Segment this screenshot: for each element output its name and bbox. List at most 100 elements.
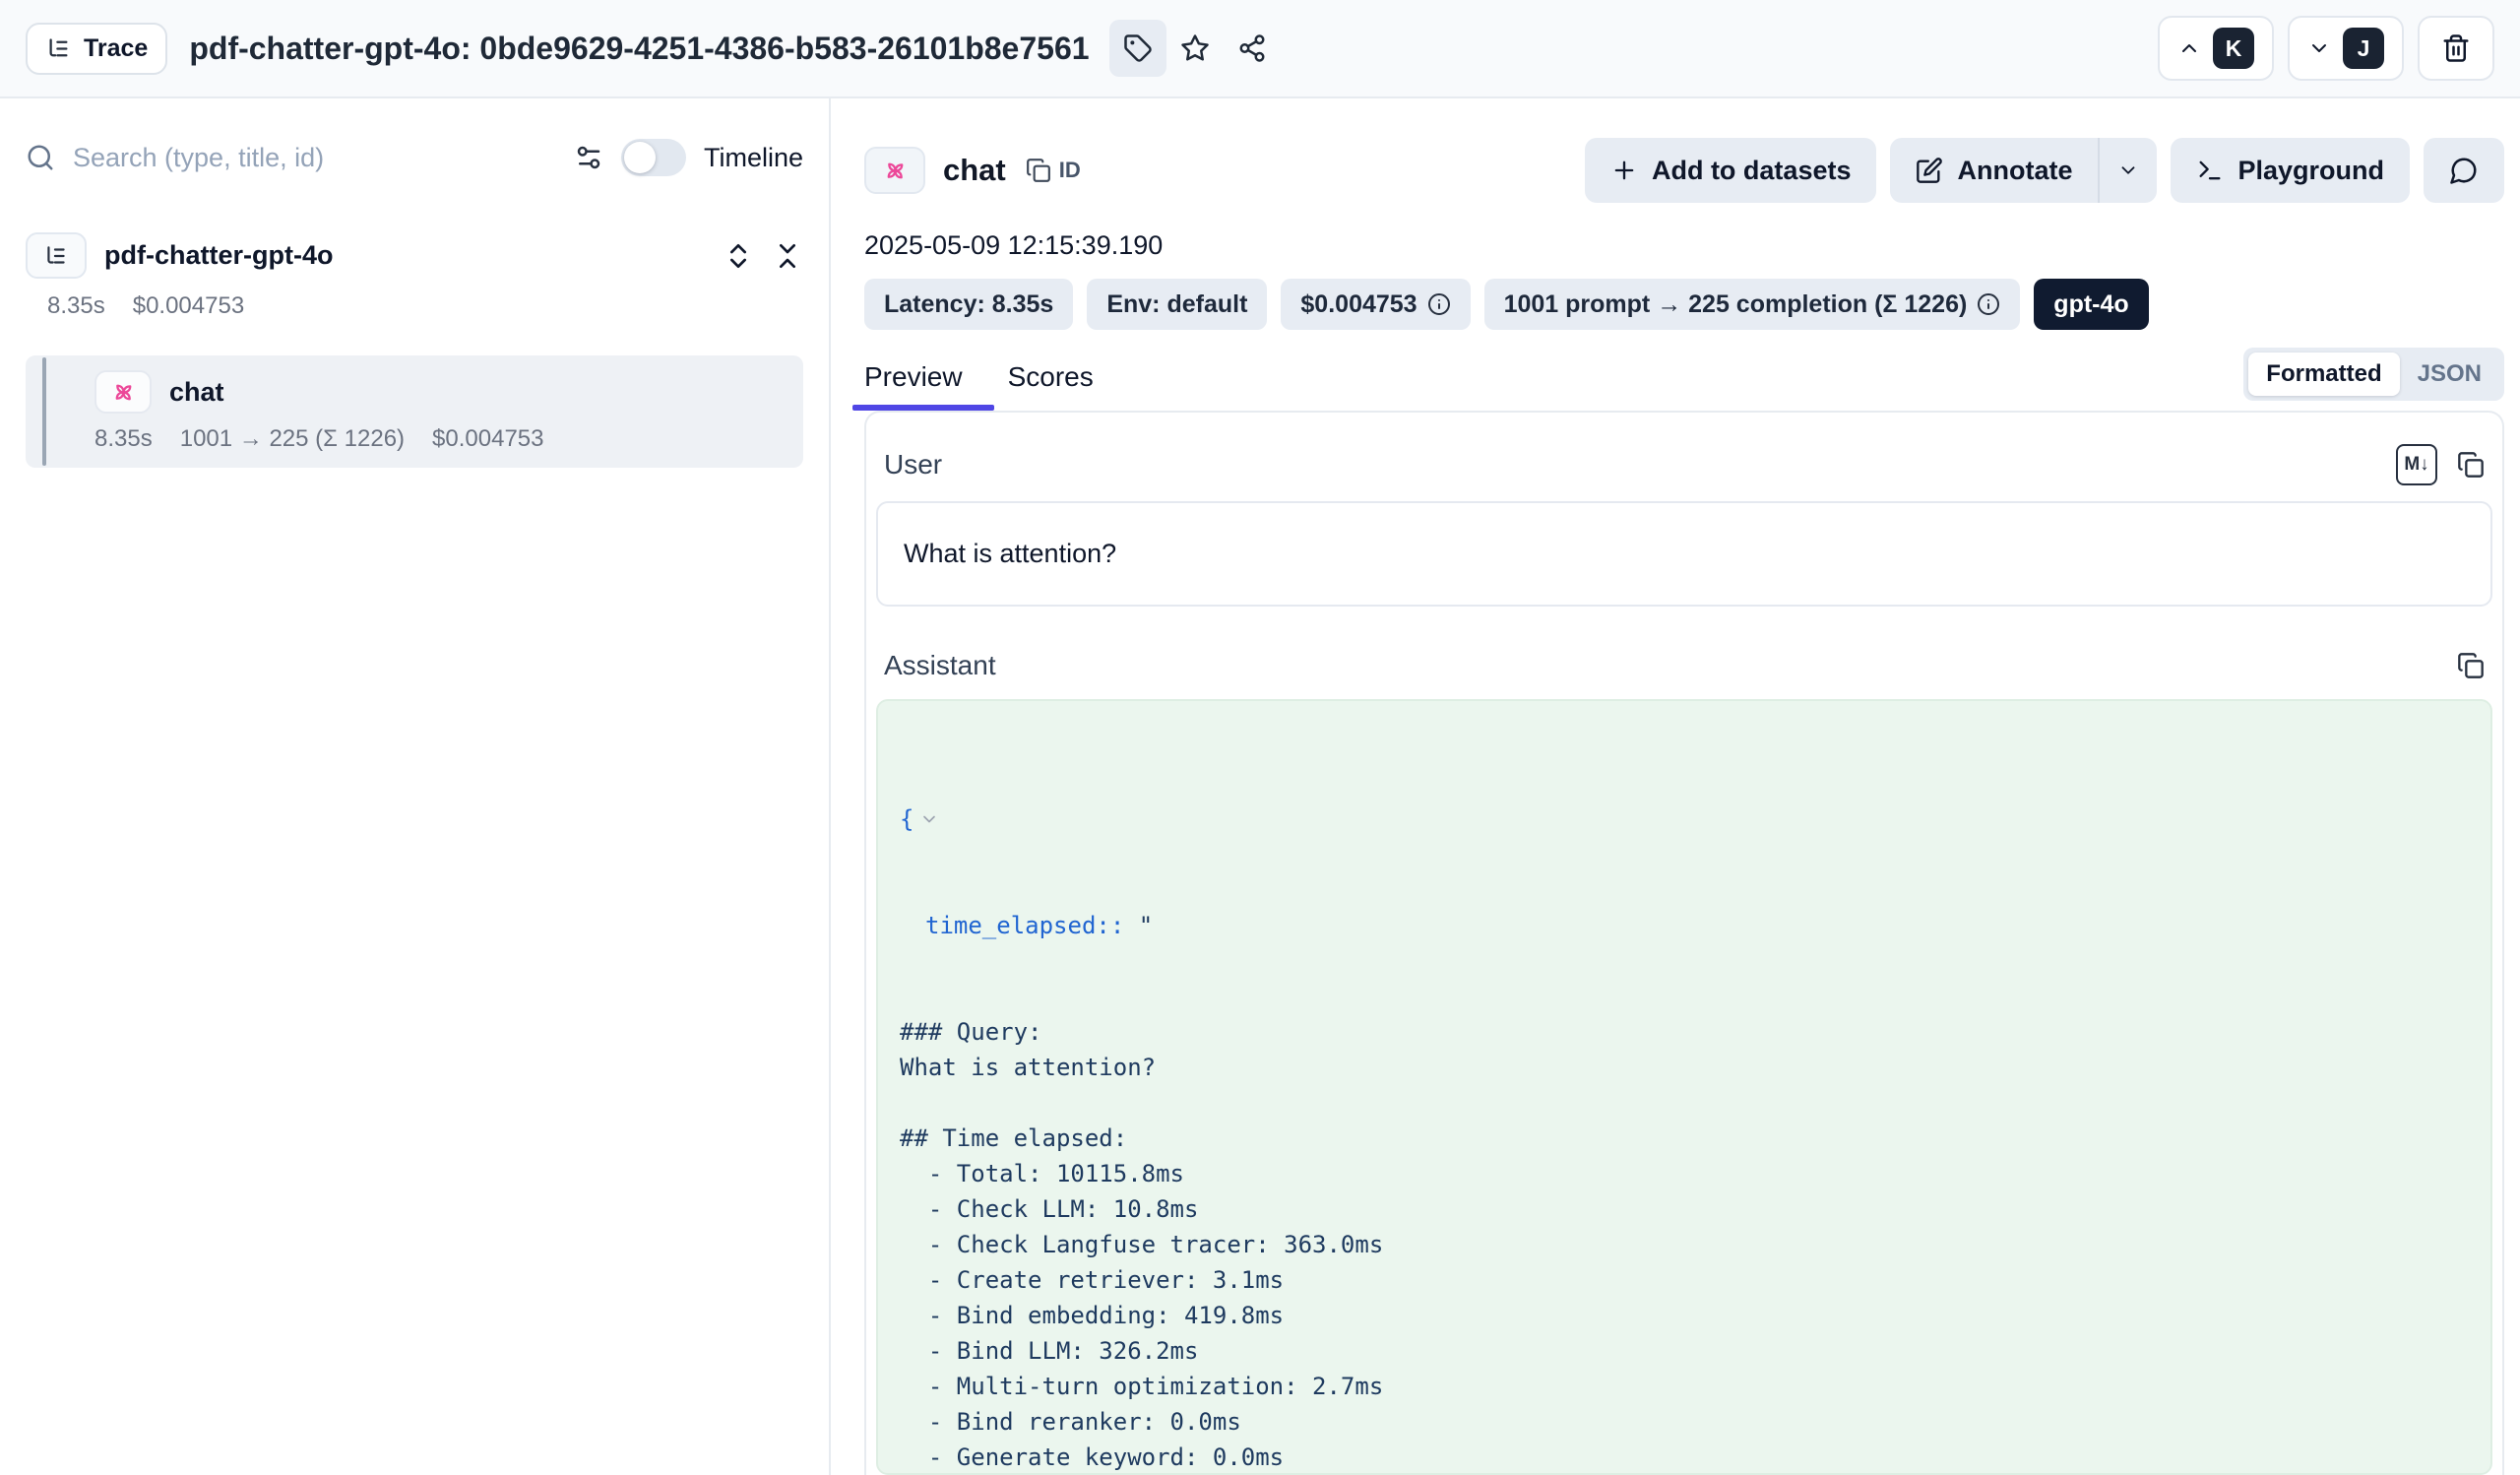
add-to-datasets-label: Add to datasets	[1652, 156, 1852, 186]
share-button[interactable]	[1224, 20, 1281, 77]
chat-cost: $0.004753	[432, 425, 543, 453]
env-badge: Env: default	[1087, 279, 1267, 330]
info-icon	[1977, 292, 2000, 316]
assistant-section-label: Assistant	[884, 650, 996, 681]
generation-pill	[864, 147, 925, 194]
app-window: Trace pdf-chatter-gpt-4o: 0bde9629-4251-…	[0, 0, 2520, 1475]
metric-badges: Latency: 8.35s Env: default $0.004753 10…	[864, 279, 2504, 330]
latency-badge: Latency: 8.35s	[864, 279, 1073, 330]
open-brace: {	[900, 802, 914, 837]
token-usage-badge[interactable]: 1001 prompt → 225 completion (Σ 1226)	[1484, 279, 2021, 330]
tabs-row: Preview Scores Formatted JSON	[864, 348, 2504, 411]
chat-node-name: chat	[169, 377, 224, 408]
chevron-up-icon	[2177, 36, 2201, 60]
annotate-split-button: Annotate	[1890, 138, 2157, 203]
json-root-row: {	[900, 802, 2465, 837]
comments-button[interactable]	[2424, 138, 2504, 203]
preview-card: User M↓ What is attention? Assistant	[864, 411, 2504, 1475]
tree-root-metrics: 8.35s $0.004753	[47, 292, 803, 320]
annotate-dropdown-button[interactable]	[2098, 138, 2157, 203]
root-cost: $0.004753	[133, 292, 244, 320]
observation-panel: chat ID Add to datasets	[831, 98, 2520, 1475]
annotate-button[interactable]: Annotate	[1890, 138, 2098, 203]
trash-icon	[2441, 33, 2471, 63]
observation-actions: Add to datasets Annotate	[1585, 138, 2504, 203]
assistant-message-box: { time_elapsed:: " ### Query: What is at…	[876, 699, 2492, 1475]
assistant-section-head: Assistant	[876, 650, 2492, 681]
timeline-toggle-label: Timeline	[704, 143, 803, 173]
chevron-down-icon	[2117, 160, 2139, 181]
topbar-left: Trace pdf-chatter-gpt-4o: 0bde9629-4251-…	[26, 20, 1281, 77]
copy-icon	[1026, 158, 1051, 183]
annotate-pen-icon	[1916, 157, 1943, 184]
tag-icon	[1123, 33, 1153, 63]
chat-node-metrics: 8.35s 1001 → 225 (Σ 1226) $0.004753	[94, 425, 788, 453]
trace-node-pill	[26, 232, 87, 279]
user-section-label: User	[884, 449, 942, 481]
comment-icon	[2449, 156, 2479, 185]
generation-icon	[110, 379, 137, 406]
json-key-row: time_elapsed:: "	[900, 908, 2465, 943]
kbd-k: K	[2213, 28, 2254, 69]
trace-badge-label: Trace	[84, 34, 148, 63]
trace-tree-sidebar: Timeline pdf-chatter-gpt-4o 8.35s $0	[0, 98, 831, 1475]
bookmark-star-button[interactable]	[1166, 20, 1224, 77]
copy-icon[interactable]	[2457, 451, 2485, 479]
markdown-icon[interactable]: M↓	[2396, 444, 2437, 485]
tag-button[interactable]	[1109, 20, 1166, 77]
topbar-actions: K J	[2158, 16, 2494, 81]
collapse-chevron-icon[interactable]	[919, 809, 939, 829]
copy-id-button[interactable]: ID	[1026, 158, 1081, 183]
list-tree-icon	[45, 35, 72, 62]
star-icon	[1180, 33, 1210, 63]
user-section-icons: M↓	[2396, 444, 2485, 485]
user-message-box: What is attention?	[876, 501, 2492, 607]
observation-title: chat	[943, 153, 1006, 188]
collapse-all-icon[interactable]	[772, 240, 803, 272]
playground-button[interactable]: Playground	[2171, 138, 2410, 203]
playground-label: Playground	[2237, 156, 2384, 186]
format-option-formatted[interactable]: Formatted	[2248, 353, 2399, 396]
timeline-toggle[interactable]	[621, 139, 686, 176]
topbar: Trace pdf-chatter-gpt-4o: 0bde9629-4251-…	[0, 0, 2520, 98]
content-split: Timeline pdf-chatter-gpt-4o 8.35s $0	[0, 98, 2520, 1475]
tree-item-chat-selected[interactable]: chat 8.35s 1001 → 225 (Σ 1226) $0.004753	[26, 355, 803, 468]
generation-icon	[882, 158, 909, 184]
delete-trace-button[interactable]	[2418, 16, 2494, 81]
tab-preview[interactable]: Preview	[864, 361, 967, 411]
prev-trace-button[interactable]: K	[2158, 16, 2274, 81]
info-icon	[1427, 292, 1451, 316]
tab-scores[interactable]: Scores	[1008, 361, 1098, 411]
chat-row-title: chat	[94, 370, 788, 414]
cost-badge[interactable]: $0.004753	[1281, 279, 1470, 330]
chevron-down-icon	[2307, 36, 2331, 60]
tree-root-row[interactable]: pdf-chatter-gpt-4o	[26, 232, 803, 279]
expand-all-icon[interactable]	[723, 240, 754, 272]
search-input[interactable]	[73, 143, 556, 173]
generation-node-pill	[94, 370, 152, 414]
format-toggle: Formatted JSON	[2243, 348, 2504, 401]
assistant-section-icons	[2457, 652, 2485, 679]
format-option-json[interactable]: JSON	[2400, 353, 2499, 396]
user-section-head: User M↓	[876, 444, 2492, 485]
filter-sliders-icon[interactable]	[574, 143, 603, 172]
share-icon	[1237, 33, 1267, 63]
trace-type-badge: Trace	[26, 23, 167, 75]
root-latency: 8.35s	[47, 292, 105, 320]
next-trace-button[interactable]: J	[2288, 16, 2404, 81]
tree-root-name: pdf-chatter-gpt-4o	[104, 240, 705, 271]
annotate-label: Annotate	[1957, 156, 2072, 186]
page-title: pdf-chatter-gpt-4o: 0bde9629-4251-4386-b…	[189, 31, 1089, 67]
model-badge[interactable]: gpt-4o	[2034, 279, 2148, 330]
id-label: ID	[1059, 158, 1081, 183]
chat-tokens: 1001 → 225 (Σ 1226)	[180, 425, 405, 453]
copy-icon[interactable]	[2457, 652, 2485, 679]
terminal-icon	[2196, 157, 2224, 184]
chat-latency: 8.35s	[94, 425, 153, 453]
kbd-j: J	[2343, 28, 2384, 69]
assistant-json-view: { time_elapsed:: " ### Query: What is at…	[900, 731, 2465, 1475]
plus-icon	[1610, 157, 1638, 184]
add-to-datasets-button[interactable]: Add to datasets	[1585, 138, 1877, 203]
tree-indent-guide	[42, 357, 46, 466]
tree-search-row: Timeline	[26, 128, 803, 187]
